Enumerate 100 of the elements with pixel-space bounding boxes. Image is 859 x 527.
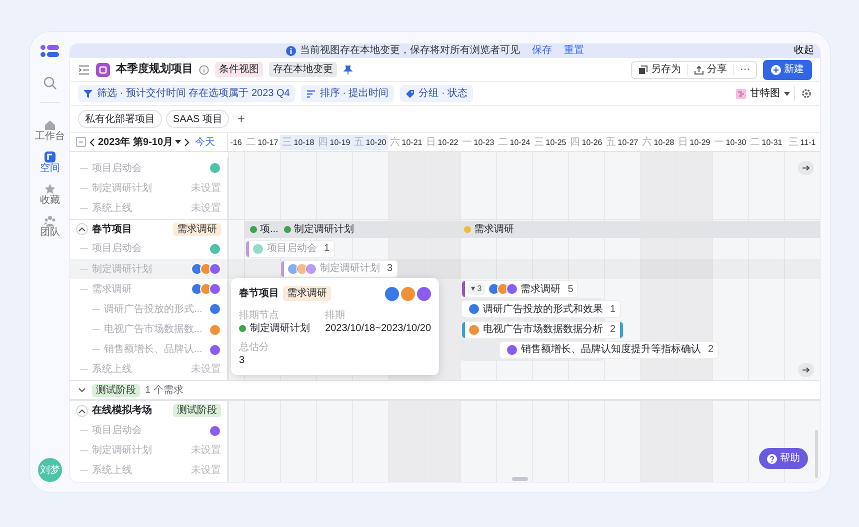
sidebar-item[interactable]: 空间 [40,149,60,177]
notice-text: 当前视图存在本地变更，保存将对所有浏览者可见 [300,44,520,58]
task-name: 项目启动会 [92,162,142,176]
field-label: 总估分 [239,342,270,354]
notice-link[interactable]: 重置 [564,44,584,58]
task-name: 制定调研计划 [92,444,152,458]
project-icon [96,62,110,76]
notice-link[interactable]: 保存 [532,44,552,58]
date-label: 五 10-20 [352,135,388,150]
gantt-bar[interactable]: 制定调研计划 3 [281,260,397,277]
schedule-text: 未设置 [191,362,221,378]
filter-chip[interactable]: 排序 · 提出时间 [300,85,394,102]
date-label: 二 10-31 [748,136,784,150]
gantt-bar[interactable]: 调研广告投放的形式和效果 1 [462,301,620,318]
tab[interactable]: 私有化部署项目 [78,110,162,128]
bar-label: 制定调研计划 [320,262,380,276]
caret-icon [175,140,182,144]
view-title: 本季度规划项目 [116,62,193,78]
sidebar-item[interactable]: 工作台 [35,117,65,145]
gantt-bar[interactable]: 销售额增长、品牌认知度提升等指标确认 2 [500,342,718,358]
field-label: 排期 [325,310,346,322]
milestone-label: 制定调研计划 [294,222,354,237]
date-label: -16 [229,136,243,148]
filter-chip[interactable]: 分组 · 状态 [400,85,473,102]
new-button[interactable]: 新建 [763,60,812,80]
popover-title: 春节项目 [239,286,279,302]
period-dropdown[interactable]: 2023年 第9-10月 [98,134,182,150]
milestone-label: 项... [260,222,278,237]
view-tag: 存在本地变更 [269,62,337,77]
scrollbar-thumb[interactable] [815,430,818,478]
task-name: 系统上线 [92,464,132,478]
date-label: 一 10-30 [712,136,748,150]
task-name: 需求调研 [92,282,132,297]
search-icon[interactable] [43,76,57,90]
scrollbar-thumb[interactable] [512,477,528,481]
sidebar-item[interactable]: 收藏 [40,181,60,209]
expand-toggle[interactable] [76,223,88,236]
status-tag: 需求调研 [283,286,331,302]
chevron-up-icon [78,226,86,232]
task-row[interactable]: 项目启动会 项目启动会 1 [70,238,820,259]
date-label: 五 10-27 [604,136,640,150]
view-dropdown[interactable]: 甘特图 [732,86,795,101]
bar-count: 1 [609,302,616,317]
toolbar-button[interactable]: 另存为 [632,64,688,76]
task-name: 项目启动会 [92,424,142,438]
filter-chip[interactable]: 筛选 · 预计交付时间 存在选项属于 2023 Q4 [78,85,295,102]
toolbar-button[interactable]: 分享 [688,64,734,76]
star-icon [44,183,56,195]
bar-label: 销售额增长、品牌认知度提升等指标确认 [521,342,701,358]
home-icon [44,119,56,131]
task-name: 系统上线 [92,362,132,378]
schedule-text: 未设置 [191,464,221,478]
date-label: 三 11-1 [787,136,817,150]
date-label: 日 10-29 [676,136,712,150]
view-tag: 条件视图 [215,62,263,77]
collapse-toggle[interactable]: ▾ 3 [468,283,485,296]
bar-count: 1 [323,242,330,256]
pin-icon[interactable] [343,64,353,74]
task-name: 制定调研计划 [92,182,152,196]
sidebar-item[interactable]: 团队 [40,213,60,241]
field-value: 2023/10/18~2023/10/20 [325,322,431,336]
chevron-down-icon [78,387,86,394]
add-tab-button[interactable]: + [233,109,250,129]
chevron-left-icon [89,138,95,146]
sort-icon [306,88,316,98]
bar-label: 调研广告投放的形式和效果 [483,302,603,317]
caret-icon [784,92,790,96]
toolbar-button[interactable]: ··· [734,64,756,76]
status-tag: 测试阶段 [173,404,221,418]
settings-icon[interactable] [801,88,812,99]
logo-icon [40,44,60,58]
milestone-label: 需求调研 [474,222,514,237]
help-button[interactable]: 帮助 [759,448,808,469]
date-label: 二 10-17 [244,136,280,150]
filter-icon [83,88,93,98]
collapse-button[interactable]: 收起 [794,44,814,58]
schedule-text: 未设置 [191,202,221,216]
gantt-bar[interactable]: 项目启动会 1 [246,240,334,257]
bar-label: 电视广告市场数据数据分析 [483,322,603,337]
date-label: 三 10-18 [280,135,316,150]
bar-label: 项目启动会 [267,242,317,256]
arrow-right-icon [802,165,810,171]
info-icon [199,64,209,74]
date-label: 六 10-21 [388,136,424,150]
task-name: 调研广告投放的形式... [104,302,202,317]
gantt-bar[interactable]: ▾ 3 需求调研 5 [462,281,578,298]
bar-label: 需求调研 [520,282,561,297]
status-tag: 测试阶段 [92,384,140,397]
gantt-bar[interactable]: 电视广告市场数据数据分析 2 [462,322,623,338]
task-name: 系统上线 [92,202,132,216]
previous-button[interactable] [89,138,95,146]
date-label: 三 10-25 [532,136,568,150]
list-icon[interactable] [78,64,90,74]
expand-toggle[interactable] [76,404,88,417]
bar-count: 2 [609,323,616,337]
field-label: 排期节点 [239,310,280,322]
tab[interactable]: SAAS 项目 [166,110,230,128]
next-button[interactable] [184,138,190,146]
today-button[interactable]: 今天 [195,134,216,150]
chevron-up-icon [78,408,86,414]
